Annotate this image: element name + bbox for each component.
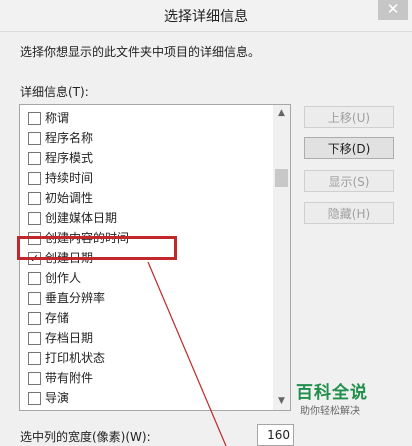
watermark-logo: 百科全说 助你轻松解决 <box>286 378 382 420</box>
watermark-title: 百科全说 <box>296 383 368 403</box>
watermark-subtitle: 助你轻松解决 <box>300 406 360 417</box>
